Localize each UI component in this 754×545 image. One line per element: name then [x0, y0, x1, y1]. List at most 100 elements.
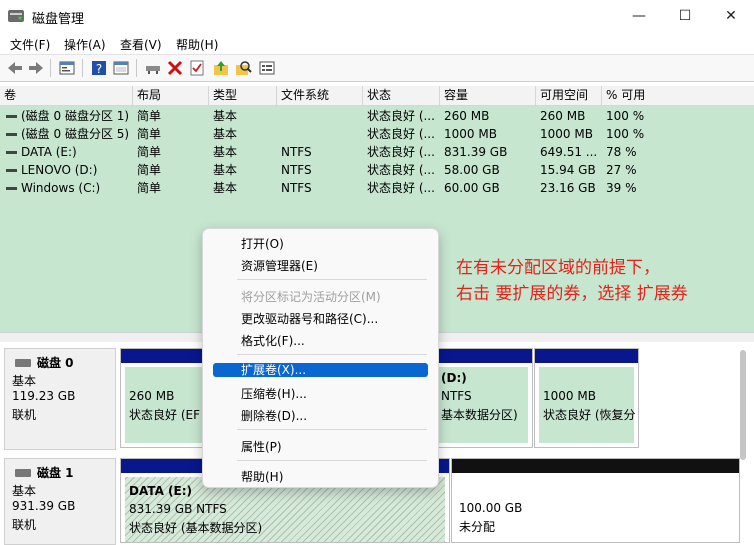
menu-item-format[interactable]: 格式化(F)...: [241, 332, 305, 349]
cell-volume: (磁盘 0 磁盘分区 1): [0, 107, 133, 125]
disk-0-label[interactable]: 磁盘 0 基本 119.23 GB 联机: [4, 348, 116, 450]
table-row[interactable]: (磁盘 0 磁盘分区 1) 简单 基本 状态良好 (... 260 MB 260…: [0, 107, 754, 125]
menu-item-open[interactable]: 打开(O): [241, 235, 284, 252]
cell-percent-free: 100 %: [606, 109, 645, 123]
partition-title: (D:): [441, 371, 467, 385]
vertical-scrollbar[interactable]: [740, 350, 746, 460]
cell-capacity: 260 MB: [444, 109, 490, 123]
toolbar-separator: [136, 59, 137, 77]
column-filesystem[interactable]: 文件系统: [277, 86, 363, 105]
menu-item-extend-volume[interactable]: 扩展卷(X)...: [241, 363, 306, 377]
search-folder-icon[interactable]: [234, 59, 252, 77]
cell-percent-free: 100 %: [606, 127, 645, 141]
disk-size: 119.23 GB: [12, 389, 76, 403]
menu-item-change-drive-letter[interactable]: 更改驱动器号和路径(C)...: [241, 310, 378, 327]
volume-column-header: 卷 布局 类型 文件系统 状态 容量 可用空间 % 可用: [0, 86, 754, 106]
delete-icon[interactable]: [166, 59, 184, 77]
window-list-icon[interactable]: [258, 59, 276, 77]
minimize-button[interactable]: —: [616, 0, 662, 32]
partition-bar: [452, 459, 739, 473]
partition-lenovo-d[interactable]: (D:) NTFS 基本数据分区): [432, 348, 533, 448]
menu-item-mark-active: 将分区标记为活动分区(M): [241, 290, 381, 304]
cell-status: 状态良好 (...: [367, 127, 435, 141]
help-icon[interactable]: ?: [90, 59, 108, 77]
maximize-button[interactable]: ☐: [662, 0, 708, 32]
partition-unallocated[interactable]: 100.00 GB 未分配: [451, 458, 740, 543]
cell-free-space: 649.51 ...: [540, 145, 598, 159]
annotation-line-1: 在有未分配区域的前提下，: [456, 258, 660, 278]
column-layout[interactable]: 布局: [133, 86, 209, 105]
cell-capacity: 1000 MB: [444, 127, 497, 141]
disk-type: 基本: [12, 374, 37, 388]
toolbar-separator: [82, 59, 83, 77]
close-button[interactable]: ✕: [708, 0, 754, 32]
menu-item-help[interactable]: 帮助(H): [241, 468, 283, 485]
menu-separator: [237, 354, 427, 355]
menu-item-properties[interactable]: 属性(P): [241, 438, 282, 455]
disk-status: 联机: [12, 408, 37, 422]
disk-1-label[interactable]: 磁盘 1 基本 931.39 GB 联机: [4, 458, 116, 545]
column-type[interactable]: 类型: [209, 86, 277, 105]
partition-bar: [121, 349, 209, 363]
cell-free-space: 15.94 GB: [540, 163, 596, 177]
cell-capacity: 58.00 GB: [444, 163, 500, 177]
cell-status: 状态良好 (...: [367, 145, 435, 159]
cell-percent-free: 78 %: [606, 145, 637, 159]
partition-efi[interactable]: 260 MB 状态良好 (EF: [120, 348, 210, 448]
cell-volume: LENOVO (D:): [0, 161, 133, 179]
cell-layout: 简单: [137, 145, 162, 159]
toolbar-separator: [50, 59, 51, 77]
table-row[interactable]: (磁盘 0 磁盘分区 5) 简单 基本 状态良好 (... 1000 MB 10…: [0, 125, 754, 143]
partition-body: 260 MB 状态良好 (EF: [125, 367, 205, 443]
partition-status: 基本数据分区): [441, 408, 518, 422]
cell-type: 基本: [213, 163, 238, 177]
volume-icon: [6, 133, 17, 136]
menu-item-shrink-volume[interactable]: 压缩卷(H)...: [241, 385, 307, 402]
cell-volume: (磁盘 0 磁盘分区 5): [0, 125, 133, 143]
menu-separator: [237, 460, 427, 461]
cell-status: 状态良好 (...: [367, 163, 435, 177]
partition-filesystem: 831.39 GB NTFS: [129, 502, 227, 516]
table-row[interactable]: Windows (C:) 简单 基本 NTFS 状态良好 (... 60.00 …: [0, 179, 754, 197]
menu-view[interactable]: 查看(V): [120, 36, 162, 53]
checklist-icon[interactable]: [188, 59, 206, 77]
column-status[interactable]: 状态: [363, 86, 440, 105]
cell-layout: 简单: [137, 163, 162, 177]
table-row[interactable]: DATA (E:) 简单 基本 NTFS 状态良好 (... 831.39 GB…: [0, 143, 754, 161]
cell-filesystem: [277, 107, 363, 125]
menu-file[interactable]: 文件(F): [10, 36, 50, 53]
partition-body: (D:) NTFS 基本数据分区): [437, 367, 528, 443]
cell-capacity: 60.00 GB: [444, 181, 500, 195]
volume-icon: [6, 169, 17, 172]
volume-icon: [6, 115, 17, 118]
forward-arrow-icon[interactable]: [27, 59, 45, 77]
partition-bar: [433, 349, 532, 363]
folder-up-icon[interactable]: [212, 59, 230, 77]
menu-item-delete-volume[interactable]: 删除卷(D)...: [241, 407, 307, 424]
column-capacity[interactable]: 容量: [440, 86, 536, 105]
connect-icon[interactable]: [144, 59, 162, 77]
console-icon[interactable]: [112, 59, 130, 77]
cell-type: 基本: [213, 145, 238, 159]
column-free-space[interactable]: 可用空间: [536, 86, 602, 105]
table-row[interactable]: LENOVO (D:) 简单 基本 NTFS 状态良好 (... 58.00 G…: [0, 161, 754, 179]
partition-status: 未分配: [459, 520, 496, 534]
partition-recovery[interactable]: 1000 MB 状态良好 (恢复分: [534, 348, 639, 448]
menu-item-explorer[interactable]: 资源管理器(E): [241, 257, 318, 274]
partition-body: 1000 MB 状态良好 (恢复分: [539, 367, 636, 443]
cell-layout: 简单: [137, 181, 162, 195]
properties-icon[interactable]: [58, 59, 76, 77]
menu-separator: [237, 429, 427, 430]
menu-help[interactable]: 帮助(H): [176, 36, 218, 53]
cell-volume: DATA (E:): [0, 143, 133, 161]
menu-action[interactable]: 操作(A): [64, 36, 106, 53]
column-percent-free[interactable]: % 可用: [602, 86, 754, 105]
cell-type: 基本: [213, 109, 238, 123]
disk-size: 931.39 GB: [12, 499, 76, 513]
partition-size: 260 MB: [129, 389, 175, 403]
cell-status: 状态良好 (...: [367, 181, 435, 195]
annotation-line-2: 右击 要扩展的券，选择 扩展券: [456, 284, 688, 304]
column-volume[interactable]: 卷: [0, 86, 133, 105]
svg-text:?: ?: [96, 62, 102, 76]
back-arrow-icon[interactable]: [6, 59, 24, 77]
